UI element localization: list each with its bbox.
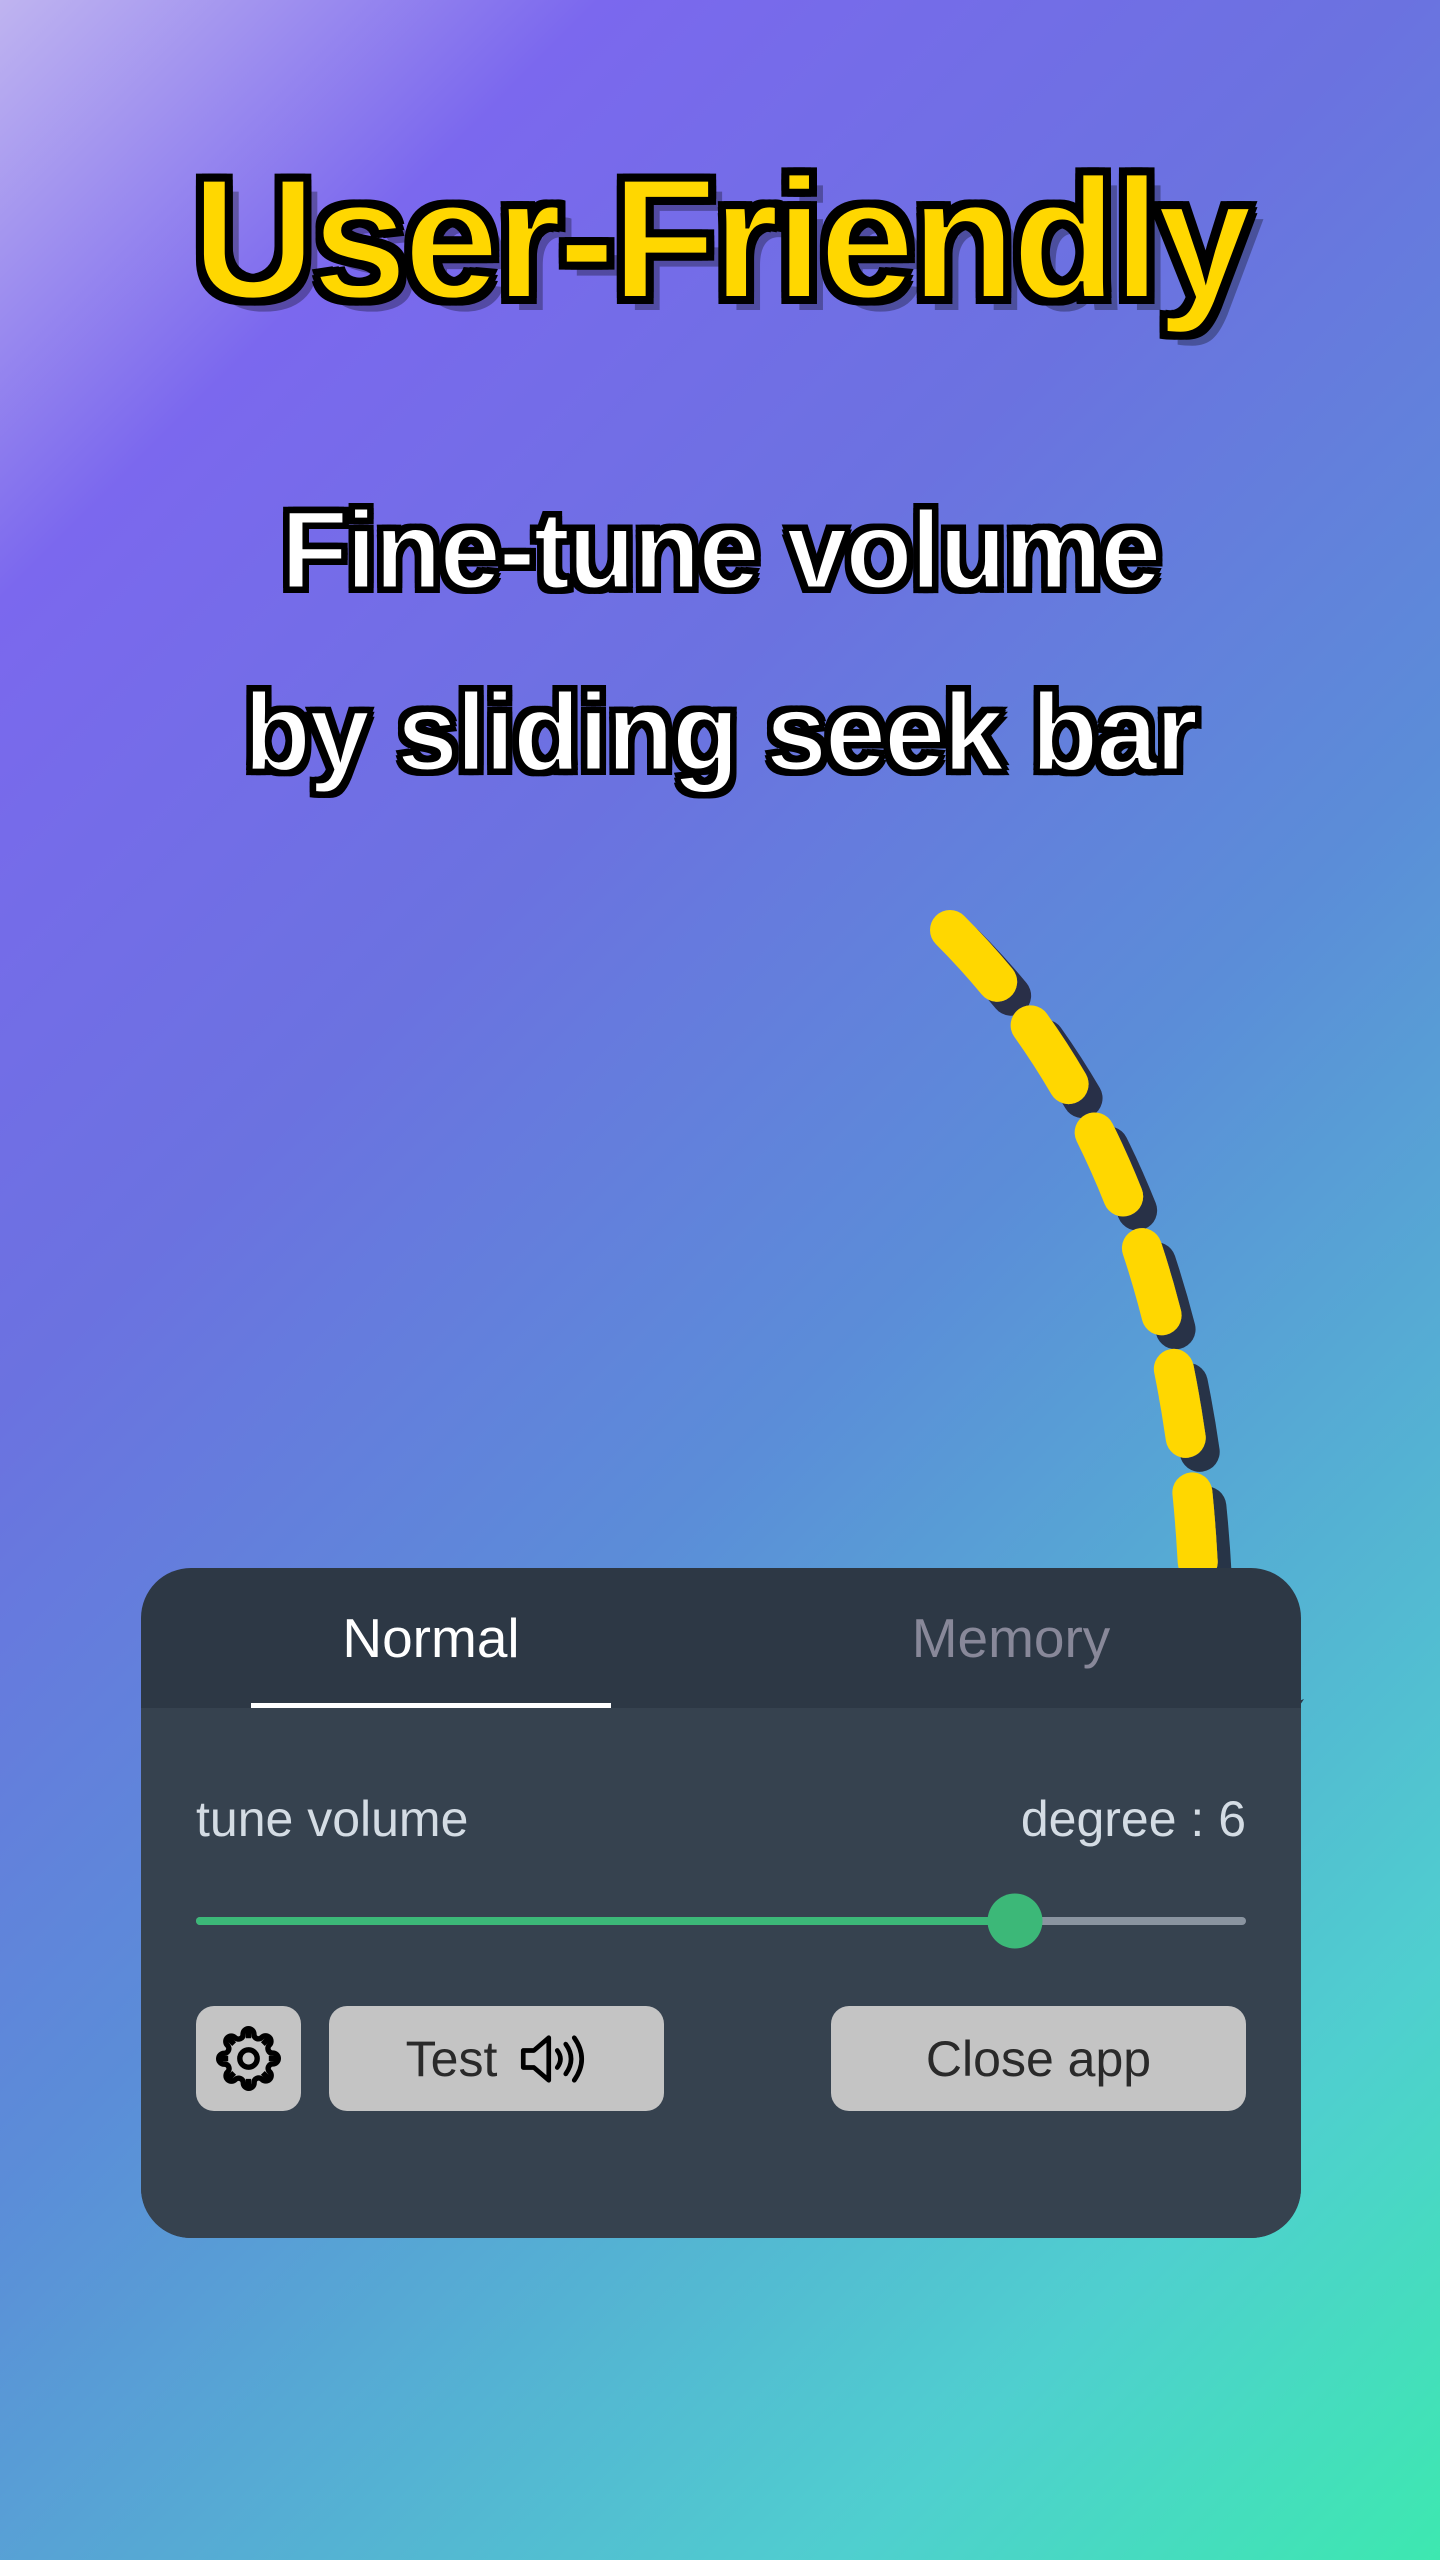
button-row: Test Close app bbox=[196, 2006, 1246, 2111]
test-button[interactable]: Test bbox=[329, 2006, 664, 2111]
close-app-button[interactable]: Close app bbox=[831, 2006, 1246, 2111]
slider-label-left: tune volume bbox=[196, 1790, 468, 1848]
close-button-label: Close app bbox=[926, 2030, 1151, 2088]
page-subtitle: Fine-tune volume by sliding seek bar bbox=[0, 460, 1440, 823]
speaker-icon bbox=[519, 2033, 587, 2085]
gear-icon bbox=[216, 2026, 281, 2091]
volume-slider[interactable] bbox=[196, 1896, 1246, 1946]
panel-body: tune volume degree : 6 Test bbox=[141, 1708, 1301, 2238]
subtitle-line-2: by sliding seek bar bbox=[244, 671, 1196, 794]
test-button-label: Test bbox=[406, 2030, 498, 2088]
settings-button[interactable] bbox=[196, 2006, 301, 2111]
tab-bar: Normal Memory bbox=[141, 1568, 1301, 1708]
volume-panel: Normal Memory tune volume degree : 6 bbox=[141, 1568, 1301, 2238]
subtitle-line-1: Fine-tune volume bbox=[281, 489, 1160, 612]
page-title: User-Friendly bbox=[192, 140, 1249, 338]
tab-memory[interactable]: Memory bbox=[721, 1568, 1301, 1708]
slider-labels: tune volume degree : 6 bbox=[196, 1790, 1246, 1848]
slider-thumb[interactable] bbox=[988, 1894, 1043, 1949]
slider-label-right: degree : 6 bbox=[1021, 1790, 1246, 1848]
tab-normal[interactable]: Normal bbox=[141, 1568, 721, 1708]
slider-fill bbox=[196, 1917, 1015, 1925]
